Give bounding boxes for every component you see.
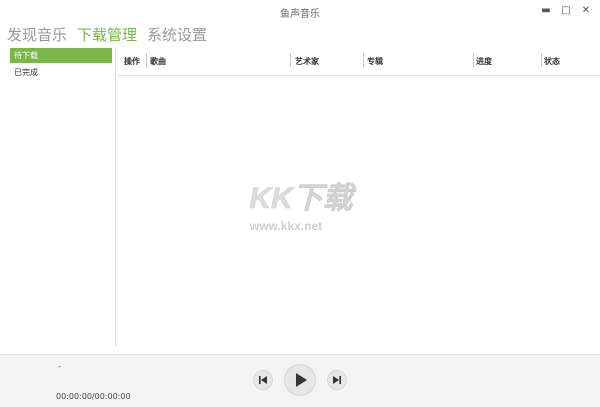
previous-track-button[interactable] — [253, 370, 273, 390]
player-bar: - 00:00:00/00:00:00 — [0, 354, 600, 407]
column-divider[interactable] — [363, 53, 364, 67]
column-header-song[interactable]: 歌曲 — [150, 56, 166, 67]
tab-system-settings[interactable]: 系统设置 — [147, 24, 207, 45]
watermark-logo: KK下载 www.kkx.net — [249, 182, 357, 233]
now-playing-title: - — [58, 362, 61, 371]
column-divider[interactable] — [541, 53, 542, 67]
column-header-action[interactable]: 操作 — [124, 56, 140, 67]
tab-discover-music[interactable]: 发现音乐 — [7, 24, 67, 45]
minimize-button[interactable]: ▬ — [537, 3, 555, 19]
download-table-header: 操作 歌曲 艺术家 专辑 进度 状态 — [118, 47, 600, 76]
column-header-album[interactable]: 专辑 — [367, 56, 383, 67]
sidebar-item-pending[interactable]: 待下载 — [10, 48, 112, 63]
close-button[interactable]: ✕ — [577, 3, 595, 19]
column-header-progress[interactable]: 进度 — [476, 56, 492, 67]
column-divider[interactable] — [290, 53, 291, 67]
playback-time: 00:00:00/00:00:00 — [56, 392, 131, 401]
skip-previous-icon — [259, 376, 267, 384]
skip-next-icon — [333, 376, 341, 384]
watermark-url: www.kkx.net — [249, 219, 322, 233]
column-divider[interactable] — [473, 53, 474, 67]
column-header-status[interactable]: 状态 — [544, 56, 560, 67]
next-track-button[interactable] — [327, 370, 347, 390]
download-sidebar: 待下载 已完成 — [7, 47, 116, 347]
column-divider[interactable] — [146, 53, 147, 67]
maximize-button[interactable]: □ — [557, 3, 575, 19]
tab-download-manager[interactable]: 下载管理 — [77, 24, 137, 45]
window-title: 鱼声音乐 — [280, 9, 320, 20]
sidebar-item-completed[interactable]: 已完成 — [10, 65, 112, 80]
title-bar: 鱼声音乐 ▬ □ ✕ — [0, 0, 600, 22]
watermark-logo-text: KK下载 — [249, 182, 356, 215]
column-header-artist[interactable]: 艺术家 — [295, 56, 319, 67]
play-icon — [296, 373, 307, 387]
play-button[interactable] — [284, 364, 316, 396]
